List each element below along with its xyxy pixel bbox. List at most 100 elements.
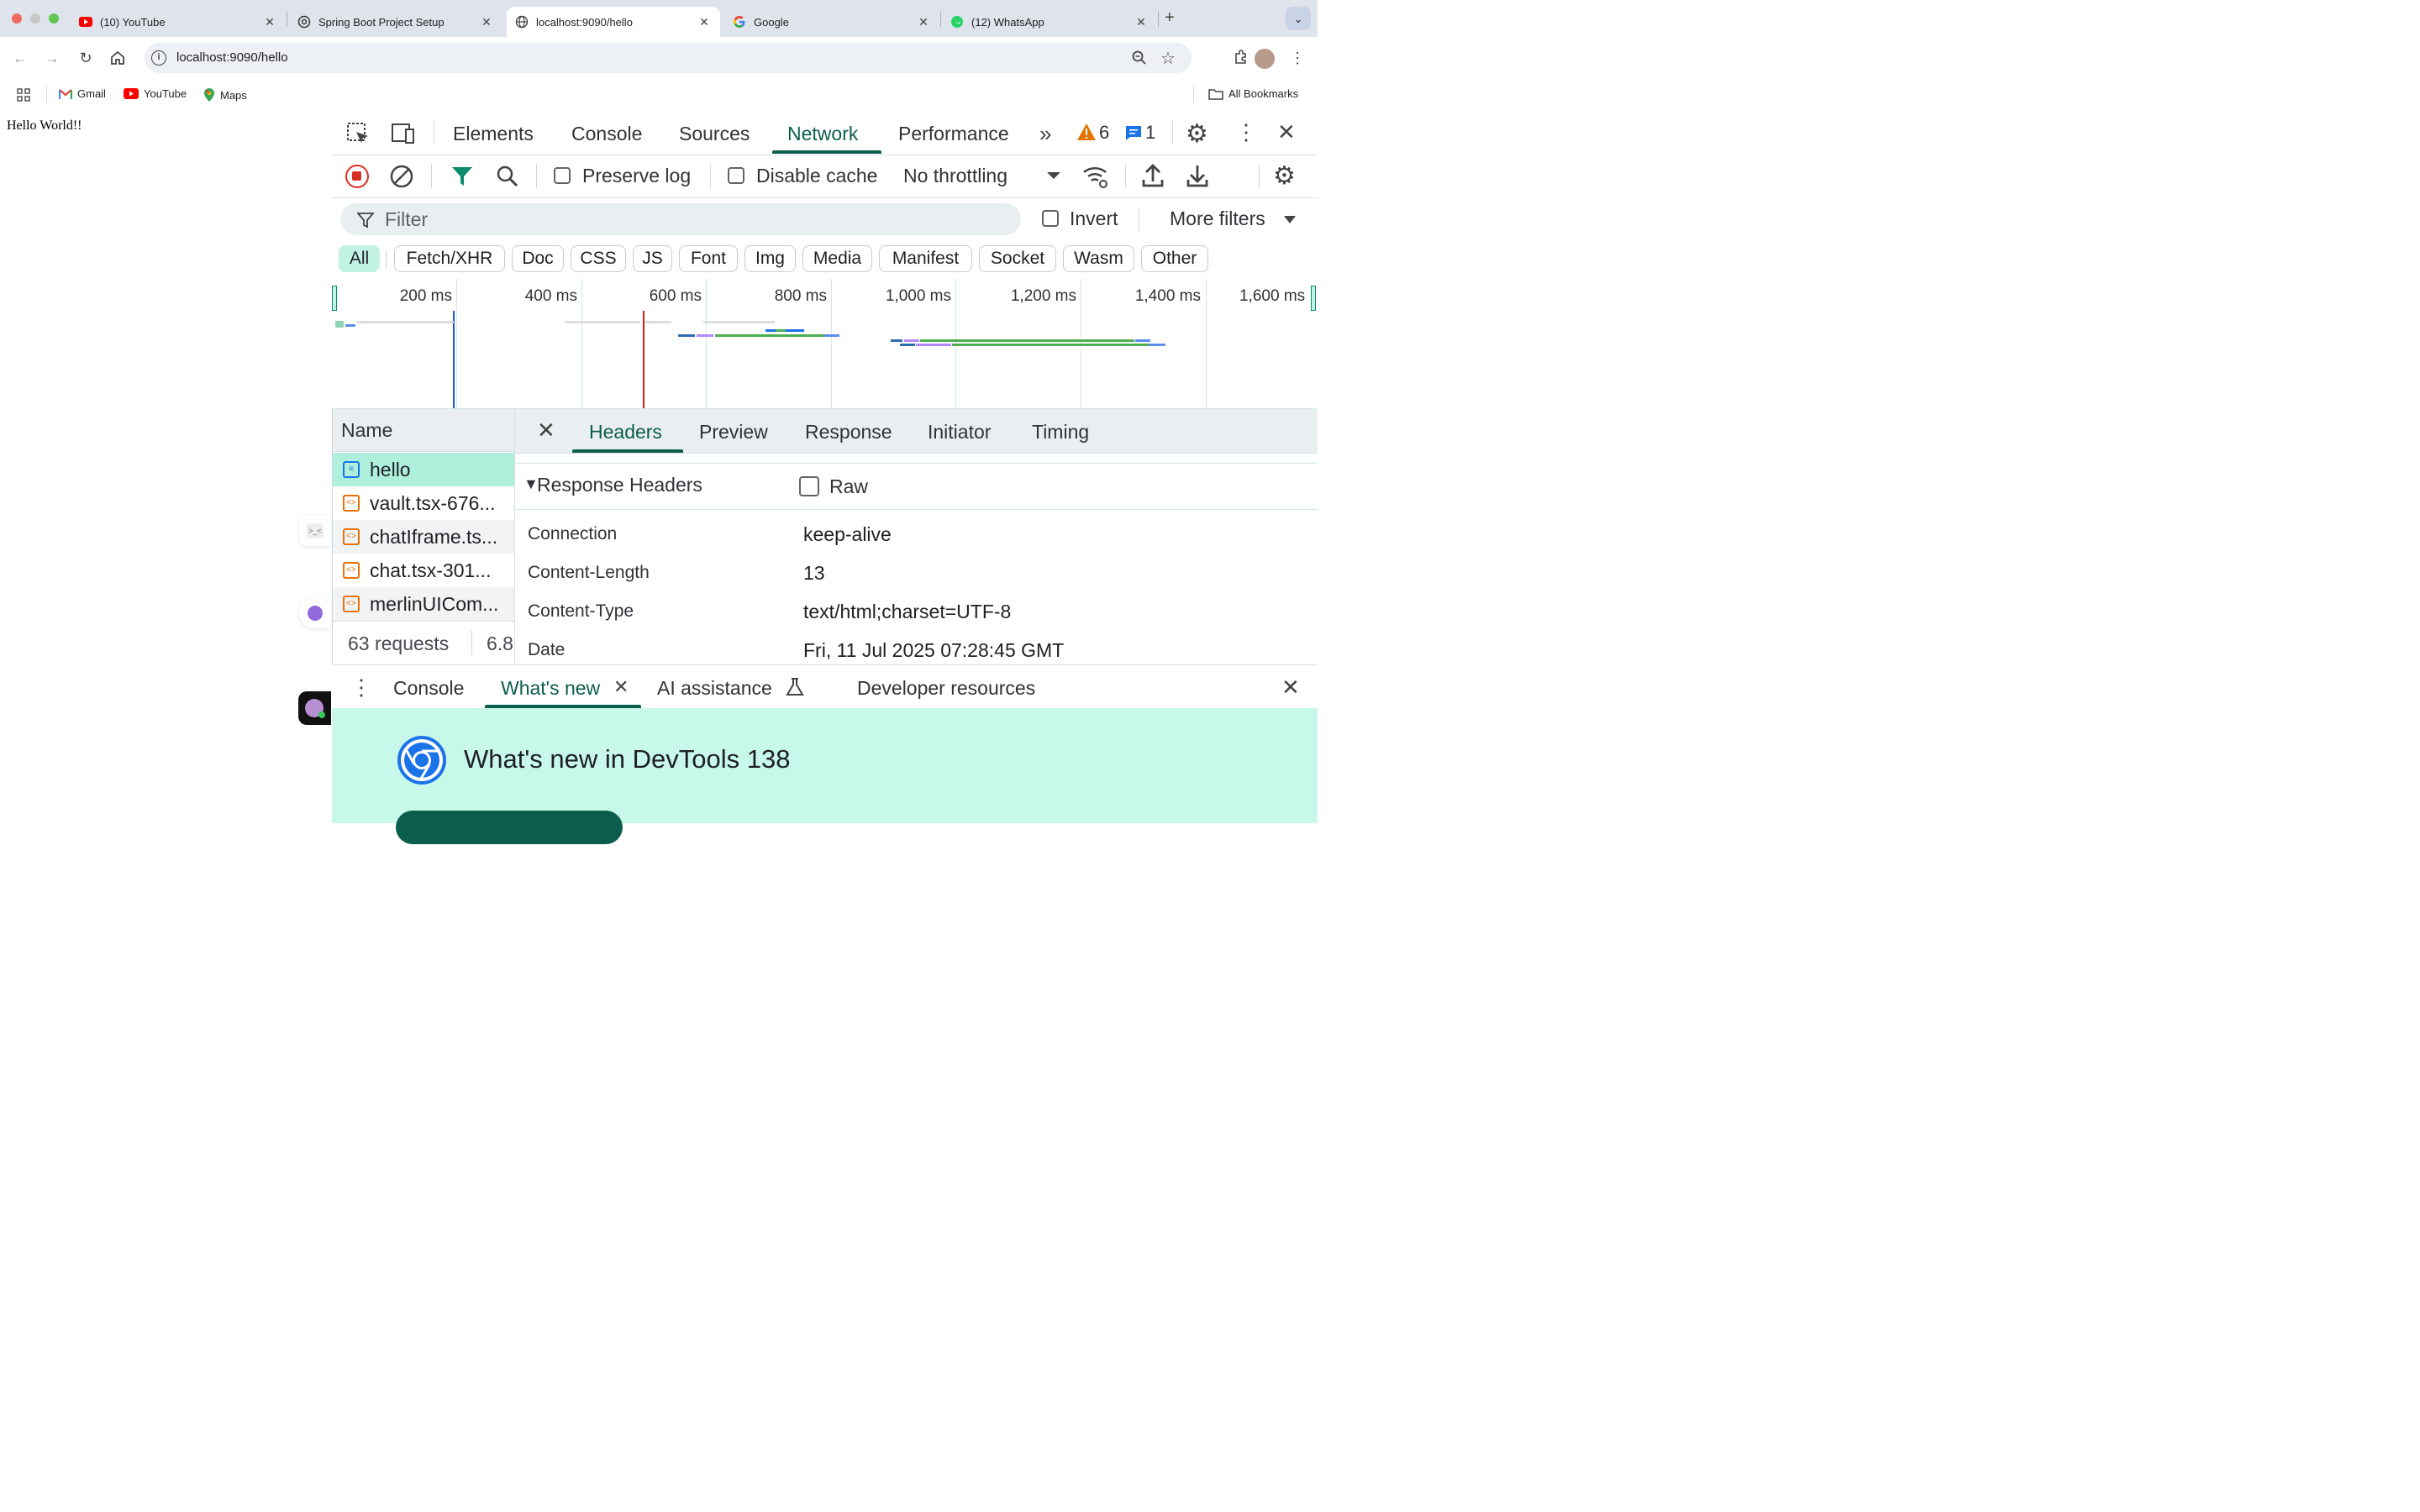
whats-new-action-button[interactable] <box>396 811 623 844</box>
extensions-icon[interactable] <box>1233 49 1251 67</box>
settings-gear-icon[interactable]: ⚙ <box>1186 119 1208 149</box>
browser-menu-icon[interactable]: ⋮ <box>1288 49 1307 67</box>
more-filters-button[interactable]: More filters <box>1170 207 1265 230</box>
device-toolbar-icon[interactable] <box>389 121 416 146</box>
close-window-button[interactable] <box>12 13 22 24</box>
tab-timing[interactable]: Timing <box>1032 421 1089 444</box>
chip-media[interactable]: Media <box>802 245 872 272</box>
tab-initiator[interactable]: Initiator <box>928 421 991 444</box>
tab-youtube[interactable]: (10) YouTube ✕ <box>71 7 286 37</box>
warning-icon[interactable] <box>1076 123 1097 141</box>
tab-sources[interactable]: Sources <box>679 123 750 145</box>
back-icon[interactable]: ← <box>11 49 29 67</box>
import-har-icon[interactable] <box>1141 163 1165 188</box>
clear-icon[interactable] <box>390 165 413 188</box>
merlin-widget[interactable] <box>299 598 331 628</box>
filter-input[interactable]: Filter <box>340 203 1021 235</box>
drawer-tab-console[interactable]: Console <box>393 677 464 700</box>
chip-fetch-xhr[interactable]: Fetch/XHR <box>394 245 505 272</box>
chip-img[interactable]: Img <box>744 245 796 272</box>
close-drawer-icon[interactable]: ✕ <box>1281 675 1300 701</box>
close-whats-new-icon[interactable]: ✕ <box>613 676 629 698</box>
tab-spring-boot[interactable]: Spring Boot Project Setup ✕ <box>289 7 502 37</box>
request-row[interactable]: <> chat.tsx-301... <box>333 554 514 587</box>
url-text[interactable]: localhost:9090/hello <box>176 50 288 65</box>
close-tab-icon[interactable]: ✕ <box>477 15 496 29</box>
response-headers-section-header[interactable]: ▼ Response Headers Raw <box>515 463 1318 510</box>
filter-funnel-icon[interactable] <box>451 165 473 187</box>
record-stop-button[interactable] <box>345 165 369 188</box>
tab-console[interactable]: Console <box>571 123 642 145</box>
forward-icon[interactable]: → <box>43 49 61 67</box>
request-row[interactable]: <> chatIframe.ts... <box>333 520 514 554</box>
more-filters-dropdown-icon[interactable] <box>1284 216 1296 223</box>
chip-other[interactable]: Other <box>1141 245 1208 272</box>
drawer-tab-ai-assistance[interactable]: AI assistance <box>657 677 772 700</box>
address-bar[interactable]: i localhost:9090/hello ☆ <box>145 43 1192 73</box>
close-details-icon[interactable]: ✕ <box>537 417 555 444</box>
invert-checkbox[interactable] <box>1042 210 1059 227</box>
tab-network[interactable]: Network <box>787 123 858 145</box>
chip-css[interactable]: CSS <box>571 245 626 272</box>
close-tab-icon[interactable]: ✕ <box>1132 15 1150 29</box>
tab-preview[interactable]: Preview <box>699 421 768 444</box>
new-tab-button[interactable]: + <box>1165 8 1175 28</box>
tab-whatsapp[interactable]: (12) WhatsApp ✕ <box>942 7 1157 37</box>
close-tab-icon[interactable]: ✕ <box>914 15 933 29</box>
all-bookmarks-button[interactable]: All Bookmarks <box>1208 87 1298 100</box>
chip-js[interactable]: JS <box>633 245 672 272</box>
maximize-window-button[interactable] <box>49 13 59 24</box>
name-column-header[interactable]: Name <box>333 409 514 452</box>
request-row[interactable]: <> vault.tsx-676... <box>333 486 514 520</box>
bookmark-youtube[interactable]: YouTube <box>124 87 187 100</box>
chip-all[interactable]: All <box>339 245 380 272</box>
overview-left-handle[interactable] <box>332 286 337 311</box>
drawer-menu-icon[interactable]: ⋮ <box>350 675 372 701</box>
chip-font[interactable]: Font <box>679 245 738 272</box>
preserve-log-checkbox[interactable] <box>554 167 571 184</box>
minimize-window-button[interactable] <box>30 13 40 24</box>
disable-cache-checkbox[interactable] <box>728 167 744 184</box>
throttling-select[interactable]: No throttling <box>903 165 1007 187</box>
close-tab-icon[interactable]: ✕ <box>695 15 713 29</box>
home-icon[interactable] <box>109 49 128 67</box>
tab-google[interactable]: Google ✕ <box>724 7 939 37</box>
tab-elements[interactable]: Elements <box>453 123 534 145</box>
bookmark-maps[interactable]: Maps <box>203 87 247 102</box>
raw-checkbox[interactable] <box>799 476 819 496</box>
tab-performance[interactable]: Performance <box>898 123 1009 145</box>
bookmark-gmail[interactable]: Gmail <box>59 87 106 100</box>
devtools-menu-icon[interactable]: ⋮ <box>1235 119 1257 145</box>
export-har-icon[interactable] <box>1186 163 1209 188</box>
chip-wasm[interactable]: Wasm <box>1063 245 1134 272</box>
request-row-hello[interactable]: ≡ hello <box>333 453 514 486</box>
inspect-element-icon[interactable] <box>345 121 371 146</box>
drawer-tab-whats-new[interactable]: What's new <box>501 677 600 700</box>
close-tab-icon[interactable]: ✕ <box>260 15 279 29</box>
tab-search-chevron-icon[interactable]: ⌄ <box>1286 7 1311 30</box>
messages-icon[interactable] <box>1124 124 1143 141</box>
assistant-widget[interactable] <box>298 691 331 725</box>
tab-headers[interactable]: Headers <box>589 421 662 444</box>
more-tabs-icon[interactable]: » <box>1039 121 1051 147</box>
bookmark-star-icon[interactable]: ☆ <box>1160 48 1176 69</box>
search-icon[interactable] <box>496 165 519 188</box>
extension-widget[interactable]: >_< <box>299 516 331 546</box>
site-info-icon[interactable]: i <box>151 50 166 66</box>
profile-avatar[interactable] <box>1255 49 1275 69</box>
chip-manifest[interactable]: Manifest <box>879 245 972 272</box>
tab-localhost[interactable]: localhost:9090/hello ✕ <box>507 7 720 37</box>
chip-socket[interactable]: Socket <box>979 245 1056 272</box>
apps-grid-icon[interactable] <box>17 88 30 102</box>
chip-doc[interactable]: Doc <box>512 245 564 272</box>
request-row[interactable]: <> merlinUICom... <box>333 587 514 621</box>
reload-icon[interactable]: ↻ <box>76 49 95 67</box>
throttling-dropdown-icon[interactable] <box>1047 172 1060 179</box>
network-overview-timeline[interactable]: 200 ms 400 ms 600 ms 800 ms 1,000 ms 1,2… <box>332 279 1318 409</box>
network-conditions-icon[interactable] <box>1082 164 1109 189</box>
close-devtools-icon[interactable]: ✕ <box>1277 119 1296 145</box>
tab-response[interactable]: Response <box>805 421 892 444</box>
drawer-tab-developer-resources[interactable]: Developer resources <box>857 677 1035 700</box>
network-settings-gear-icon[interactable]: ⚙ <box>1273 161 1296 191</box>
zoom-icon[interactable] <box>1131 50 1148 66</box>
